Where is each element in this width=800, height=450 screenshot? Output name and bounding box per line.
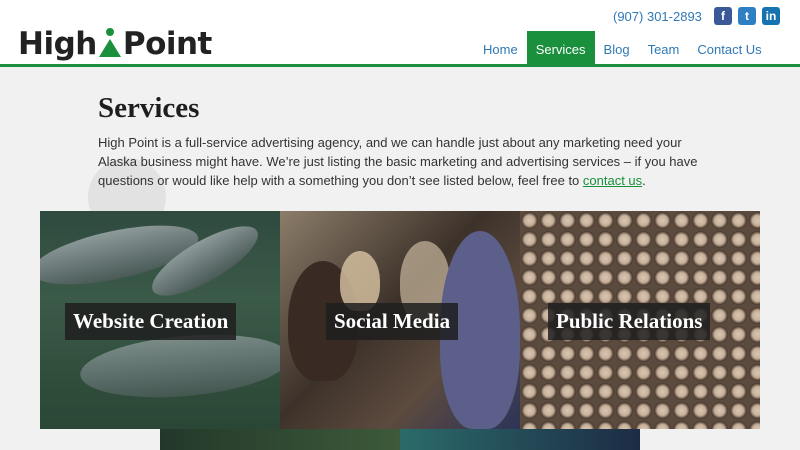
- contact-us-link[interactable]: contact us: [583, 173, 642, 188]
- linkedin-icon[interactable]: in: [762, 7, 780, 25]
- intro-paragraph: High Point is a full-service advertising…: [98, 133, 708, 190]
- intro-end: .: [642, 173, 646, 188]
- logo-text-high: High: [18, 26, 97, 62]
- nav-home[interactable]: Home: [474, 31, 527, 67]
- person-image: [340, 251, 380, 311]
- nav-team[interactable]: Team: [639, 31, 689, 67]
- logo-text-point: Point: [122, 26, 213, 62]
- tile-label: Public Relations: [548, 303, 711, 340]
- logo[interactable]: High Point: [18, 12, 212, 60]
- nav-services[interactable]: Services: [526, 31, 595, 67]
- phone-link[interactable]: (907) 301-2893: [613, 9, 702, 24]
- page-title: Services: [98, 92, 200, 124]
- tile-label: Social Media: [326, 303, 459, 340]
- twitter-icon[interactable]: t: [738, 7, 756, 25]
- facebook-icon[interactable]: f: [714, 7, 732, 25]
- service-tile-public-relations[interactable]: Public Relations: [520, 211, 760, 429]
- main-nav: Home Services Blog Team Contact Us: [474, 31, 771, 67]
- service-tile-partial[interactable]: [400, 429, 640, 450]
- nav-contact-us[interactable]: Contact Us: [688, 31, 770, 67]
- logo-mountain-icon: [98, 28, 121, 60]
- tile-label: Website Creation: [65, 303, 237, 340]
- nav-blog[interactable]: Blog: [595, 31, 639, 67]
- service-tile-website-creation[interactable]: Website Creation: [40, 211, 280, 429]
- service-tile-social-media[interactable]: Social Media: [280, 211, 520, 429]
- site-header: High Point (907) 301-2893 f t in Home Se…: [0, 0, 800, 67]
- service-tile-partial[interactable]: [160, 429, 400, 450]
